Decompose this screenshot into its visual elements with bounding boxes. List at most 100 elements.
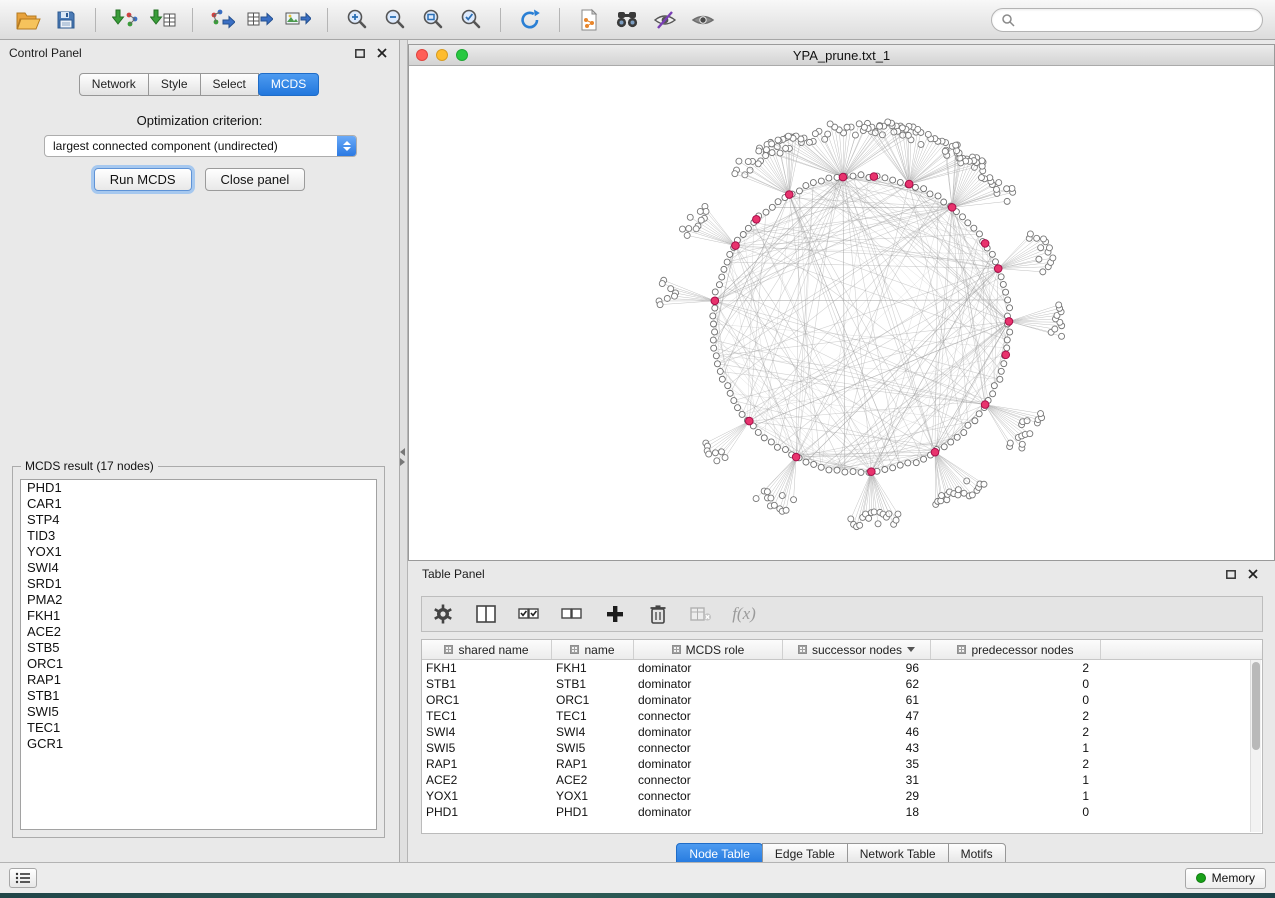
deselect-all-button[interactable] [559, 601, 585, 627]
table-settings-button[interactable] [430, 601, 456, 627]
splitter-collapse-icons[interactable] [400, 448, 405, 466]
column-header-shared-name[interactable]: shared name [422, 640, 552, 659]
add-row-button[interactable] [602, 601, 628, 627]
mcds-node-item[interactable]: SRD1 [21, 576, 376, 592]
delete-row-button[interactable] [645, 601, 671, 627]
table-row[interactable]: ACE2ACE2connector311 [422, 772, 1262, 788]
table-cell: RAP1 [552, 757, 634, 771]
export-image-button[interactable] [282, 5, 314, 35]
tab-select[interactable]: Select [200, 73, 259, 96]
status-menu-button[interactable] [9, 868, 37, 888]
binoculars-icon [614, 8, 640, 32]
table-row[interactable]: YOX1YOX1connector291 [422, 788, 1262, 804]
mcds-node-item[interactable]: SWI4 [21, 560, 376, 576]
mcds-node-item[interactable]: PHD1 [21, 480, 376, 496]
table-row[interactable]: ORC1ORC1dominator610 [422, 692, 1262, 708]
zoom-out-button[interactable] [379, 5, 411, 35]
panel-splitter[interactable] [400, 40, 408, 862]
close-panel-icon[interactable] [374, 46, 390, 61]
table-row[interactable]: PHD1PHD1dominator180 [422, 804, 1262, 820]
mcds-node-item[interactable]: FKH1 [21, 608, 376, 624]
tab-style[interactable]: Style [148, 73, 201, 96]
import-table-button[interactable] [147, 5, 179, 35]
open-folder-button[interactable] [12, 5, 44, 35]
mcds-node-item[interactable]: CAR1 [21, 496, 376, 512]
mcds-node-item[interactable]: GCR1 [21, 736, 376, 752]
table-cell: connector [634, 789, 783, 803]
table-row[interactable]: SWI4SWI4dominator462 [422, 724, 1262, 740]
table-cell: 2 [931, 725, 1101, 739]
table-row[interactable]: RAP1RAP1dominator352 [422, 756, 1262, 772]
table-cell: 61 [783, 693, 931, 707]
mcds-result-list[interactable]: PHD1CAR1STP4TID3YOX1SWI4SRD1PMA2FKH1ACE2… [20, 479, 377, 830]
column-grid-icon [570, 645, 579, 654]
mcds-node-item[interactable]: STB1 [21, 688, 376, 704]
export-network-button[interactable] [206, 5, 238, 35]
table-cell: SWI5 [422, 741, 552, 755]
columns-icon [475, 603, 497, 625]
memory-label: Memory [1212, 871, 1255, 885]
network-graph[interactable] [409, 66, 1274, 560]
criterion-dropdown[interactable]: largest connected component (undirected) [44, 135, 357, 157]
plus-icon [605, 604, 625, 624]
table-cell: connector [634, 709, 783, 723]
mcds-node-item[interactable]: STP4 [21, 512, 376, 528]
mcds-node-item[interactable]: RAP1 [21, 672, 376, 688]
control-panel: Control Panel NetworkStyleSelectMCDS Opt… [0, 40, 400, 862]
mcds-node-item[interactable]: ORC1 [21, 656, 376, 672]
column-header-successor-nodes[interactable]: successor nodes [783, 640, 931, 659]
network-canvas[interactable] [409, 66, 1274, 560]
column-header-MCDS-role[interactable]: MCDS role [634, 640, 783, 659]
mcds-node-item[interactable]: TEC1 [21, 720, 376, 736]
open-network-file-button[interactable] [573, 5, 605, 35]
column-header-label: shared name [458, 643, 528, 657]
main-toolbar [0, 0, 1275, 40]
table-row[interactable]: STB1STB1dominator620 [422, 676, 1262, 692]
table-toolbar: f(x) [421, 596, 1263, 632]
show-hide-details-button[interactable] [687, 5, 719, 35]
network-search-box[interactable] [991, 8, 1263, 32]
search-binoculars-button[interactable] [611, 5, 643, 35]
table-cell: ORC1 [552, 693, 634, 707]
network-window-titlebar[interactable]: YPA_prune.txt_1 [409, 45, 1274, 66]
table-cell: STB1 [552, 677, 634, 691]
table-cell: 2 [931, 661, 1101, 675]
table-cell: 0 [931, 805, 1101, 819]
mcds-node-item[interactable]: YOX1 [21, 544, 376, 560]
select-all-button[interactable] [516, 601, 542, 627]
table-cell: TEC1 [552, 709, 634, 723]
close-panel-button[interactable]: Close panel [205, 168, 306, 191]
table-row[interactable]: FKH1FKH1dominator962 [422, 660, 1262, 676]
zoom-fit-button[interactable] [417, 5, 449, 35]
table-cell: 0 [931, 677, 1101, 691]
float-table-panel-icon[interactable] [1223, 567, 1239, 582]
mcds-node-item[interactable]: SWI5 [21, 704, 376, 720]
table-row[interactable]: SWI5SWI5connector431 [422, 740, 1262, 756]
table-scrollbar-thumb[interactable] [1252, 662, 1260, 750]
memory-button[interactable]: Memory [1185, 868, 1266, 889]
search-input[interactable] [1020, 13, 1253, 27]
run-mcds-button[interactable]: Run MCDS [94, 168, 192, 191]
mcds-node-item[interactable]: ACE2 [21, 624, 376, 640]
zoom-in-button[interactable] [341, 5, 373, 35]
tab-network[interactable]: Network [79, 73, 149, 96]
export-image-icon [285, 8, 311, 32]
show-columns-button[interactable] [473, 601, 499, 627]
toggle-graphics-details-button[interactable] [649, 5, 681, 35]
mcds-node-item[interactable]: STB5 [21, 640, 376, 656]
save-session-button[interactable] [50, 5, 82, 35]
table-scrollbar[interactable] [1250, 660, 1261, 832]
export-table-button[interactable] [244, 5, 276, 35]
refresh-view-button[interactable] [514, 5, 546, 35]
column-header-predecessor-nodes[interactable]: predecessor nodes [931, 640, 1101, 659]
import-network-button[interactable] [109, 5, 141, 35]
table-cell: ORC1 [422, 693, 552, 707]
float-panel-icon[interactable] [352, 46, 368, 61]
close-table-panel-icon[interactable] [1245, 567, 1261, 582]
mcds-node-item[interactable]: PMA2 [21, 592, 376, 608]
tab-mcds[interactable]: MCDS [258, 73, 319, 96]
zoom-selected-button[interactable] [455, 5, 487, 35]
table-row[interactable]: TEC1TEC1connector472 [422, 708, 1262, 724]
column-header-name[interactable]: name [552, 640, 634, 659]
mcds-node-item[interactable]: TID3 [21, 528, 376, 544]
